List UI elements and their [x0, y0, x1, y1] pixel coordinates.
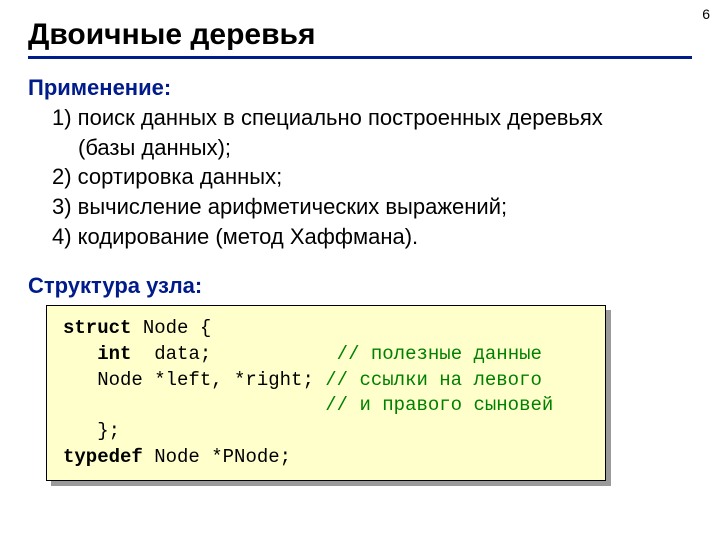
code-block: struct Node { int data; // полезные данн…: [46, 305, 606, 481]
code-l5: };: [63, 420, 120, 442]
code-l2-comment: // полезные данные: [337, 343, 542, 365]
app-item-4: 4) кодирование (метод Хаффмана).: [52, 222, 692, 252]
kw-typedef: typedef: [63, 446, 143, 468]
app-item-1-line2: (базы данных);: [78, 133, 692, 163]
app-item-1-line1: 1) поиск данных в специально построенных…: [52, 103, 692, 133]
page-title: Двоичные деревья: [28, 18, 692, 52]
page-number: 6: [702, 6, 710, 22]
kw-struct: struct: [63, 317, 131, 339]
code-l3-comment: // ссылки на левого: [325, 369, 542, 391]
code-l3-pre: Node *left, *right;: [63, 369, 325, 391]
app-item-3: 3) вычисление арифметических выражений;: [52, 192, 692, 222]
title-rule: [28, 56, 692, 59]
code-l1-rest: Node {: [131, 317, 211, 339]
code-l4-pre: [63, 394, 325, 416]
code-l2-rest: data;: [131, 343, 336, 365]
code-l4-comment: // и правого сыновей: [325, 394, 553, 416]
code-box: struct Node { int data; // полезные данн…: [46, 305, 606, 481]
code-l6-rest: Node *PNode;: [143, 446, 291, 468]
section-application-label: Применение:: [28, 75, 692, 101]
section-structure-label: Структура узла:: [28, 273, 692, 299]
application-list: 1) поиск данных в специально построенных…: [52, 103, 692, 251]
kw-int: int: [97, 343, 131, 365]
slide-content: Двоичные деревья Применение: 1) поиск да…: [0, 0, 720, 481]
app-item-2: 2) сортировка данных;: [52, 162, 692, 192]
